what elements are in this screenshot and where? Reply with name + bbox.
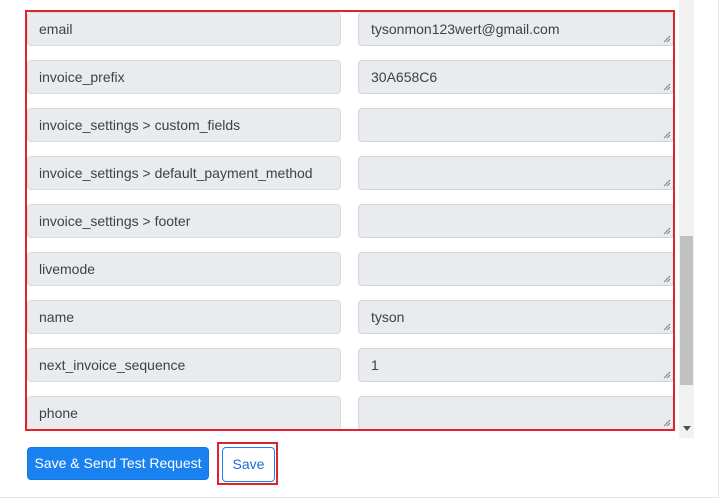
- field-name-label: invoice_settings > footer: [27, 204, 341, 238]
- field-name-label: email: [27, 12, 341, 46]
- field-list: email tysonmon123wert@gmail.com invoice_…: [0, 0, 694, 438]
- field-value-input[interactable]: [358, 204, 674, 238]
- save-button-highlight: Save: [217, 442, 278, 485]
- resize-handle-icon[interactable]: [663, 419, 671, 427]
- resize-handle-icon[interactable]: [663, 227, 671, 235]
- resize-handle-icon[interactable]: [663, 83, 671, 91]
- scrollbar-thumb[interactable]: [680, 236, 693, 385]
- resize-handle-icon[interactable]: [663, 35, 671, 43]
- field-value-input[interactable]: [358, 252, 674, 286]
- field-value-input[interactable]: 30A658C6: [358, 60, 674, 94]
- save-button[interactable]: Save: [222, 447, 275, 482]
- field-value-input[interactable]: [358, 108, 674, 142]
- field-name-label: invoice_settings > default_payment_metho…: [27, 156, 341, 190]
- field-row-phone: phone: [0, 396, 694, 430]
- resize-handle-icon[interactable]: [663, 131, 671, 139]
- field-value-text: 1: [371, 357, 379, 373]
- field-value-input[interactable]: [358, 156, 674, 190]
- field-row-invoice-settings-default-payment-method: invoice_settings > default_payment_metho…: [0, 156, 694, 190]
- field-name-label: next_invoice_sequence: [27, 348, 341, 382]
- field-value-input[interactable]: [358, 396, 674, 430]
- field-name-label: name: [27, 300, 341, 334]
- field-value-input[interactable]: tyson: [358, 300, 674, 334]
- vertical-scrollbar[interactable]: [679, 0, 694, 438]
- field-name-label: livemode: [27, 252, 341, 286]
- field-row-name: name tyson: [0, 300, 694, 334]
- field-row-livemode: livemode: [0, 252, 694, 286]
- resize-handle-icon[interactable]: [663, 323, 671, 331]
- field-row-next-invoice-sequence: next_invoice_sequence 1: [0, 348, 694, 382]
- field-value-text: tyson: [371, 309, 405, 325]
- field-name-label: invoice_prefix: [27, 60, 341, 94]
- resize-handle-icon[interactable]: [663, 371, 671, 379]
- save-and-send-test-request-button[interactable]: Save & Send Test Request: [27, 447, 209, 480]
- field-mapping-panel: email tysonmon123wert@gmail.com invoice_…: [0, 0, 719, 498]
- field-row-email: email tysonmon123wert@gmail.com: [0, 12, 694, 46]
- field-value-text: 30A658C6: [371, 69, 438, 85]
- field-value-text: tysonmon123wert@gmail.com: [371, 21, 560, 37]
- field-value-input[interactable]: 1: [358, 348, 674, 382]
- field-name-label: invoice_settings > custom_fields: [27, 108, 341, 142]
- field-value-input[interactable]: tysonmon123wert@gmail.com: [358, 12, 674, 46]
- resize-handle-icon[interactable]: [663, 179, 671, 187]
- resize-handle-icon[interactable]: [663, 275, 671, 283]
- field-name-label: phone: [27, 396, 341, 430]
- field-row-invoice-settings-footer: invoice_settings > footer: [0, 204, 694, 238]
- scroll-down-arrow-icon[interactable]: [683, 426, 691, 431]
- field-row-invoice-settings-custom-fields: invoice_settings > custom_fields: [0, 108, 694, 142]
- field-row-invoice-prefix: invoice_prefix 30A658C6: [0, 60, 694, 94]
